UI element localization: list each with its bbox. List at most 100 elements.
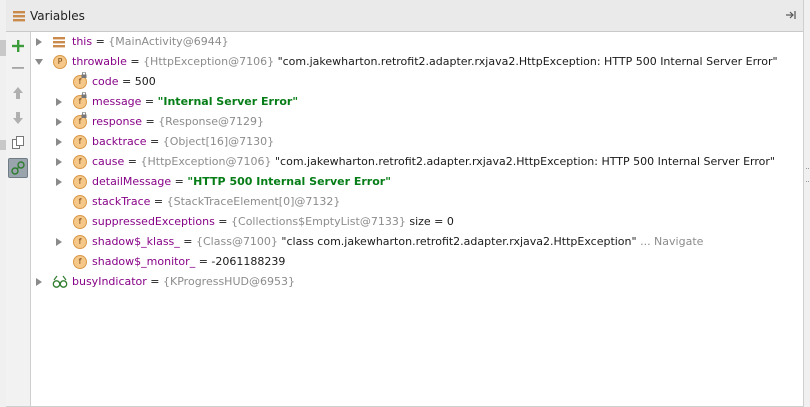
chevron-right-icon[interactable] [54, 117, 64, 127]
panel-title: Variables [30, 8, 85, 23]
remove-watch-button[interactable] [8, 58, 28, 78]
object-ref: {HttpException@7106} [140, 155, 272, 168]
tree-row-shadow-klass[interactable]: f shadow$_klass_ = {Class@7100} "class c… [31, 232, 803, 252]
string-value: "HTTP 500 Internal Server Error" [187, 175, 391, 188]
object-ref: {Collections$EmptyList@7133} [231, 215, 406, 228]
tree-row-this[interactable]: this = {MainActivity@6944} [31, 32, 803, 52]
tree-row-code[interactable]: f code = 500 [31, 72, 803, 92]
chevron-right-icon[interactable] [54, 237, 64, 247]
parameter-icon: P [53, 55, 67, 69]
object-ref: {KProgressHUD@6953} [163, 275, 295, 288]
variables-icon [13, 10, 25, 21]
field-icon: f [73, 72, 87, 89]
lock-icon [81, 92, 87, 98]
object-ref: {Object[16]@7130} [162, 135, 275, 148]
chevron-right-icon[interactable] [54, 157, 64, 167]
variable-name: shadow$_klass_ [92, 235, 180, 248]
tree-row-response[interactable]: f response = {Response@7129} [31, 112, 803, 132]
variable-name: response [92, 115, 142, 128]
field-icon: f [73, 135, 87, 149]
equals-sign: = [214, 215, 232, 228]
copy-icon [12, 136, 24, 149]
tree-row-busyindicator[interactable]: busyIndicator = {KProgressHUD@6953} [31, 272, 803, 292]
copy-button[interactable] [8, 133, 28, 153]
watch-field-icon [52, 275, 68, 288]
variable-name: this [72, 35, 93, 48]
arrow-up-icon [13, 87, 23, 99]
equals-sign: = [141, 95, 158, 108]
plus-icon [12, 40, 24, 52]
variables-icon [53, 37, 65, 48]
equals-sign: = [195, 255, 212, 268]
move-up-button[interactable] [8, 83, 28, 103]
variable-value: "com.jakewharton.retrofit2.adapter.rxjav… [271, 155, 775, 168]
variable-name: stackTrace [92, 195, 151, 208]
equals-sign: = [171, 175, 188, 188]
right-resize-edge[interactable] [803, 0, 810, 407]
field-icon: f [73, 215, 87, 229]
lock-icon [81, 112, 87, 118]
tree-row-detailmessage[interactable]: f detailMessage = "HTTP 500 Internal Ser… [31, 172, 803, 192]
chevron-right-icon[interactable] [34, 37, 44, 47]
field-icon: f [73, 112, 87, 129]
variable-value: -2061188239 [211, 255, 286, 268]
object-ref: {StackTraceElement[0]@7132} [166, 195, 341, 208]
object-ref: {Response@7129} [158, 115, 265, 128]
field-icon: f [73, 255, 87, 269]
field-icon: f [73, 92, 87, 109]
tree-row-suppressedexceptions[interactable]: f suppressedExceptions = {Collections$Em… [31, 212, 803, 232]
variable-value: "class com.jakewharton.retrofit2.adapter… [277, 235, 637, 248]
variable-name: detailMessage [92, 175, 172, 188]
variable-name: backtrace [92, 135, 147, 148]
tree-row-stacktrace[interactable]: f stackTrace = {StackTraceElement[0]@713… [31, 192, 803, 212]
chevron-right-icon[interactable] [54, 137, 64, 147]
field-icon: f [73, 175, 87, 189]
equals-sign: = [92, 35, 109, 48]
variable-name: cause [92, 155, 125, 168]
variable-name: busyIndicator [72, 275, 147, 288]
watches-icon [11, 161, 25, 175]
add-watch-button[interactable] [8, 36, 28, 56]
variable-name: shadow$_monitor_ [92, 255, 196, 268]
variables-toolbar [6, 32, 31, 407]
variable-value: 500 [134, 75, 156, 88]
tree-row-throwable[interactable]: P throwable = {HttpException@7106} "com.… [31, 52, 803, 72]
variable-name: throwable [72, 55, 127, 68]
field-icon: f [73, 155, 87, 169]
object-ref: {MainActivity@6944} [108, 35, 229, 48]
panel-titlebar: Variables [6, 0, 803, 32]
equals-sign: = [179, 235, 196, 248]
variables-tree: this = {MainActivity@6944} P throwable =… [31, 32, 803, 407]
chevron-down-icon[interactable] [34, 57, 44, 67]
object-ref: {HttpException@7106} [143, 55, 275, 68]
lock-icon [81, 72, 87, 78]
arrow-down-icon [13, 112, 23, 124]
tree-row-message[interactable]: f message = "Internal Server Error" [31, 92, 803, 112]
tree-row-shadow-monitor[interactable]: f shadow$_monitor_ = -2061188239 [31, 252, 803, 272]
chevron-right-icon[interactable] [34, 277, 44, 287]
tree-row-cause[interactable]: f cause = {HttpException@7106} "com.jake… [31, 152, 803, 172]
equals-sign: = [118, 75, 135, 88]
show-types-toggle[interactable] [8, 158, 28, 178]
field-icon: f [73, 235, 87, 249]
navigate-link[interactable]: ... Navigate [637, 235, 703, 248]
equals-sign: = [124, 155, 141, 168]
variable-value: "com.jakewharton.retrofit2.adapter.rxjav… [274, 55, 778, 68]
chevron-right-icon[interactable] [54, 97, 64, 107]
object-ref: {Class@7100} [196, 235, 278, 248]
equals-sign: = [141, 115, 159, 128]
field-icon: f [73, 195, 87, 209]
variable-name: code [92, 75, 119, 88]
hide-panel-icon[interactable] [785, 8, 797, 22]
chevron-right-icon[interactable] [54, 177, 64, 187]
resize-grip[interactable] [806, 168, 809, 182]
variable-value: size = 0 [405, 215, 454, 228]
variable-name: message [92, 95, 142, 108]
equals-sign: = [150, 195, 167, 208]
minus-icon [12, 67, 24, 69]
equals-sign: = [126, 55, 144, 68]
variable-name: suppressedExceptions [92, 215, 215, 228]
equals-sign: = [146, 135, 163, 148]
tree-row-backtrace[interactable]: f backtrace = {Object[16]@7130} [31, 132, 803, 152]
move-down-button[interactable] [8, 108, 28, 128]
